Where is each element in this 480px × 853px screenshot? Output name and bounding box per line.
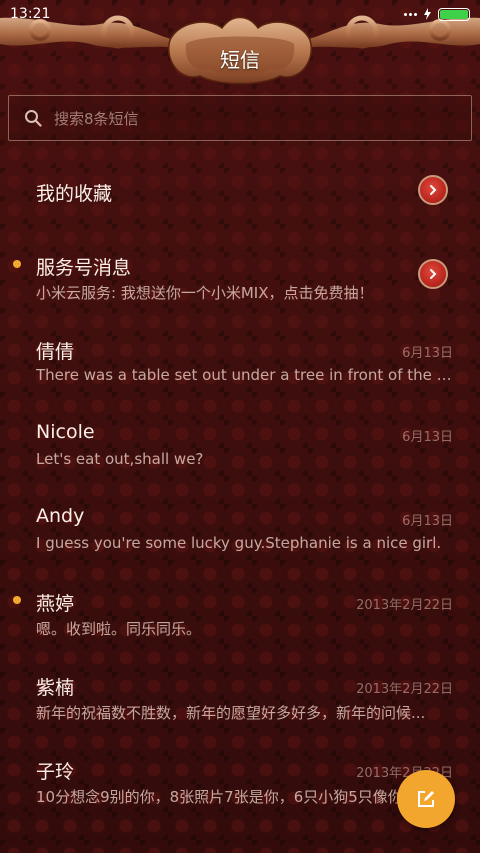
conversation-preview: 新年的祝福数不胜数，新年的愿望好多好多，新年的问候...	[36, 704, 426, 722]
list-item-conversation[interactable]: 燕婷 2013年2月22日 嗯。收到啦。同乐同乐。	[0, 570, 480, 654]
conversation-name: Andy	[36, 505, 85, 527]
list-item-service-messages[interactable]: 服务号消息 小米云服务: 我想送你一个小米MIX，点击免费抽！	[0, 234, 480, 318]
chevron-right-icon[interactable]	[418, 259, 448, 289]
battery-icon	[438, 7, 470, 21]
conversation-name: 倩倩	[36, 341, 75, 363]
battery-level	[440, 9, 468, 19]
conversation-list: 我的收藏 服务号消息 小米云服务: 我想送你一个小米MIX，点击免费抽！ 倩倩 …	[0, 150, 480, 822]
conversation-preview: There was a table set out under a tree i…	[36, 366, 454, 384]
unread-dot	[13, 260, 21, 268]
conversation-name: 我的收藏	[36, 183, 113, 205]
signal-icon	[404, 12, 417, 16]
conversation-date: 6月13日	[402, 430, 453, 445]
compose-button[interactable]	[397, 770, 455, 828]
search-input[interactable]: 搜索8条短信	[8, 95, 472, 141]
conversation-name: Nicole	[36, 421, 95, 443]
conversation-preview: 小米云服务: 我想送你一个小米MIX，点击免费抽！	[36, 284, 374, 302]
search-icon	[25, 110, 42, 127]
list-item-conversation[interactable]: 倩倩 6月13日 There was a table set out under…	[0, 318, 480, 402]
compose-icon	[418, 791, 434, 807]
conversation-date: 6月13日	[402, 514, 453, 529]
conversation-date: 2013年2月22日	[356, 682, 453, 697]
chevron-right-icon[interactable]	[418, 175, 448, 205]
unread-dot	[13, 596, 21, 604]
conversation-name: 子玲	[36, 761, 75, 783]
list-item-conversation[interactable]: Nicole 6月13日 Let's eat out,shall we?	[0, 402, 480, 486]
conversation-name: 燕婷	[36, 593, 75, 615]
list-item-conversation[interactable]: Andy 6月13日 I guess you're some lucky guy…	[0, 486, 480, 570]
status-bar: 13:21	[0, 0, 480, 28]
search-placeholder: 搜索8条短信	[54, 109, 139, 128]
list-item-favorites[interactable]: 我的收藏	[0, 150, 480, 234]
conversation-preview: 嗯。收到啦。同乐同乐。	[36, 620, 202, 638]
conversation-preview: I guess you're some lucky guy.Stephanie …	[36, 534, 442, 552]
status-icons	[404, 7, 470, 21]
conversation-name: 服务号消息	[36, 257, 132, 279]
conversation-preview: 10分想念9别的你，8张照片7张是你，6只小狗5只像你	[36, 788, 403, 806]
charging-icon	[424, 8, 431, 20]
conversation-name: 紫楠	[36, 677, 75, 699]
list-item-conversation[interactable]: 紫楠 2013年2月22日 新年的祝福数不胜数，新年的愿望好多好多，新年的问候.…	[0, 654, 480, 738]
page-title: 短信	[220, 48, 260, 72]
conversation-date: 6月13日	[402, 346, 453, 361]
status-time: 13:21	[10, 6, 51, 22]
conversation-date: 2013年2月22日	[356, 598, 453, 613]
conversation-preview: Let's eat out,shall we?	[36, 450, 204, 468]
